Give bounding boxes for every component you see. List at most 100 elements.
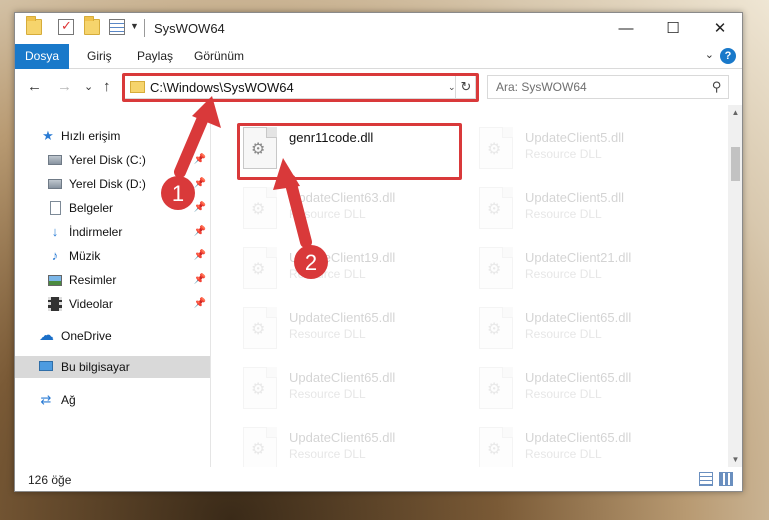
ribbon-expand-icon[interactable]: ⌄ [705,48,714,61]
pin-icon[interactable]: 📌 [194,226,206,237]
drive-icon [48,179,62,189]
dll-file-icon: ⚙ [243,247,277,289]
sidebar-item-label: Bu bilgisayar [61,360,130,374]
pin-icon[interactable]: 📌 [194,178,206,189]
gear-icon: ⚙ [251,381,266,398]
back-button[interactable]: ← [27,78,42,95]
sidebar-item-label: OneDrive [61,329,112,343]
pin-icon[interactable]: 📌 [194,250,206,261]
file-item[interactable]: ⚙ UpdateClient21.dll Resource DLL [476,245,706,303]
sidebar-item-this-pc[interactable]: Bu bilgisayar [15,356,210,378]
file-item[interactable]: ⚙ UpdateClient65.dll Resource DLL [476,365,706,423]
navigation-pane: ★ Hızlı erişim Yerel Disk (C:) 📌 Yerel D… [15,105,211,467]
search-box[interactable]: ⚲ [487,75,729,99]
documents-icon [50,201,61,215]
scroll-up-icon[interactable]: ▲ [728,105,742,120]
sidebar-item-videos[interactable]: Videolar 📌 [15,293,210,315]
recent-locations-button[interactable]: ⌄ [84,80,93,93]
gear-icon: ⚙ [251,321,266,338]
file-item[interactable]: ⚙ UpdateClient65.dll Resource DLL [476,305,706,363]
file-highlight-box [237,123,462,180]
gear-icon: ⚙ [487,261,502,278]
star-icon: ★ [42,128,54,143]
music-icon: ♪ [51,248,59,263]
close-button[interactable]: ✕ [697,13,742,44]
dll-file-icon: ⚙ [243,367,277,409]
file-name: UpdateClient21.dll [525,250,632,265]
large-icons-view-icon[interactable] [719,472,733,486]
maximize-button[interactable]: ☐ [650,13,696,44]
pin-icon[interactable]: 📌 [194,298,206,309]
scroll-down-icon[interactable]: ▼ [728,452,742,467]
file-type: Resource DLL [525,147,602,161]
up-button[interactable]: ↑ [103,78,111,95]
dll-file-icon: ⚙ [243,307,277,349]
file-type: Resource DLL [525,447,602,461]
file-item[interactable]: ⚙ UpdateClient5.dll Resource DLL [476,185,706,243]
pin-icon[interactable]: 📌 [194,274,206,285]
new-folder-icon[interactable] [84,16,100,35]
pin-icon[interactable]: 📌 [194,154,206,165]
gear-icon: ⚙ [487,381,502,398]
dll-file-icon: ⚙ [243,427,277,467]
explorer-window: ▼ SysWOW64 — ☐ ✕ Dosya Giriş Paylaş Görü… [14,12,743,492]
help-icon[interactable]: ? [720,48,736,64]
file-item[interactable]: ⚙ UpdateClient63.dll Resource DLL [240,185,470,243]
sidebar-item-downloads[interactable]: ↓ İndirmeler 📌 [15,221,210,243]
file-type: Resource DLL [289,387,366,401]
sidebar-item-quick-access[interactable]: ★ Hızlı erişim [15,125,210,147]
tab-home[interactable]: Giriş [87,44,112,69]
file-item[interactable]: ⚙ UpdateClient5.dll Resource DLL [476,125,706,183]
gear-icon: ⚙ [251,441,266,458]
sidebar-item-label: Yerel Disk (D:) [69,177,146,191]
dll-file-icon: ⚙ [479,307,513,349]
address-highlight-box [122,73,479,102]
sidebar-item-documents[interactable]: Belgeler 📌 [15,197,210,219]
sidebar-item-onedrive[interactable]: ☁ OneDrive [15,325,210,347]
title-divider [144,19,145,37]
file-list: ⚙ genr11code.dll ⚙ UpdateClient5.dll Res… [212,105,728,467]
file-item[interactable]: ⚙ UpdateClient19.dll Resource DLL [240,245,470,303]
gear-icon: ⚙ [487,321,502,338]
search-input[interactable] [488,76,698,98]
sidebar-item-music[interactable]: ♪ Müzik 📌 [15,245,210,267]
sidebar-item-label: Belgeler [69,201,114,215]
file-item[interactable]: ⚙ UpdateClient65.dll Resource DLL [476,425,706,467]
gear-icon: ⚙ [487,441,502,458]
file-item[interactable]: ⚙ UpdateClient65.dll Resource DLL [240,365,470,423]
details-view-icon[interactable] [699,472,713,486]
quick-access-dropdown-icon[interactable]: ▼ [130,21,139,31]
scroll-thumb[interactable] [731,147,740,181]
search-icon[interactable]: ⚲ [712,79,722,95]
sidebar-item-local-disk-c[interactable]: Yerel Disk (C:) 📌 [15,149,210,171]
customize-view-icon[interactable] [109,19,125,35]
file-type: Resource DLL [525,327,602,341]
file-item[interactable]: ⚙ UpdateClient65.dll Resource DLL [240,425,470,467]
forward-button[interactable]: → [57,78,72,95]
sidebar-item-local-disk-d[interactable]: Yerel Disk (D:) 📌 [15,173,210,195]
window-title: SysWOW64 [154,21,225,36]
properties-icon[interactable] [58,18,74,35]
minimize-button[interactable]: — [603,13,649,44]
file-name: UpdateClient19.dll [289,250,396,265]
file-type: Resource DLL [525,387,602,401]
file-name: UpdateClient65.dll [289,370,396,385]
gear-icon: ⚙ [487,201,502,218]
dll-file-icon: ⚙ [479,187,513,229]
item-count: 126 öğe [28,473,72,487]
file-type: Resource DLL [289,327,366,341]
tab-view[interactable]: Görünüm [194,44,244,69]
sidebar-item-pictures[interactable]: Resimler 📌 [15,269,210,291]
gear-icon: ⚙ [251,201,266,218]
drive-icon [48,155,62,165]
ribbon-tabs: Dosya Giriş Paylaş Görünüm ⌄ ? [15,44,742,69]
tab-file[interactable]: Dosya [15,44,69,69]
file-name: UpdateClient5.dll [525,130,625,145]
sidebar-item-label: Müzik [69,249,101,263]
file-item[interactable]: ⚙ UpdateClient65.dll Resource DLL [240,305,470,363]
file-name: UpdateClient65.dll [525,310,632,325]
pin-icon[interactable]: 📌 [194,202,206,213]
sidebar-item-network[interactable]: ⇄ Ağ [15,389,210,411]
vertical-scrollbar[interactable]: ▲ ▼ [728,105,742,467]
tab-share[interactable]: Paylaş [137,44,173,69]
